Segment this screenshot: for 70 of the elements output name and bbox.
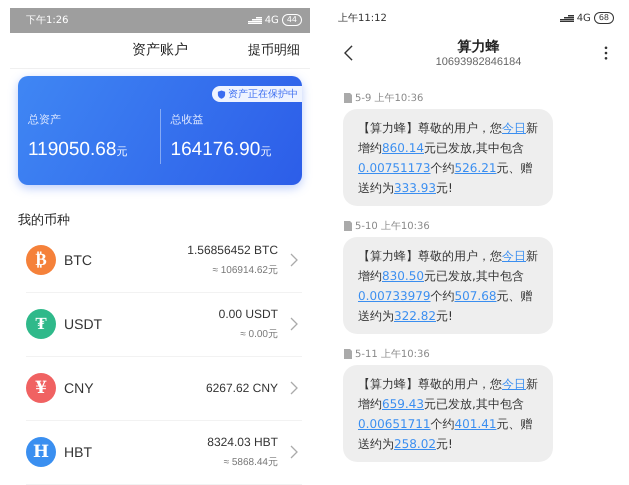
coin-amount: 8324.03 HBT bbox=[207, 435, 278, 450]
signal-icon bbox=[248, 16, 262, 24]
message-text: 【算力蜂】尊敬的用户，您今日新增约659.43元已发放,其中包含 0.00651711个约401.41元、赠送约为258.02元! bbox=[358, 376, 539, 453]
message-link[interactable]: 322.82 bbox=[394, 309, 436, 323]
sim-icon bbox=[344, 349, 352, 359]
message-time: 5-11 上午10:36 bbox=[355, 348, 430, 361]
status-time: 上午11:12 bbox=[338, 12, 387, 25]
coin-fiat-value: ≈ 0.00元 bbox=[240, 328, 278, 342]
coin-name: BTC bbox=[64, 252, 93, 268]
message-text: 【算力蜂】尊敬的用户，您今日新增约830.50元已发放,其中包含 0.00733979个约507.68元、赠送约为322.82元! bbox=[358, 248, 539, 325]
withdraw-history-link[interactable]: 提币明细 bbox=[248, 41, 300, 60]
page-title: 资产账户 bbox=[132, 41, 188, 60]
message-link[interactable]: 507.68 bbox=[454, 289, 497, 303]
chevron-icon bbox=[290, 317, 298, 332]
message-link[interactable]: 0.00651711 bbox=[358, 417, 431, 431]
more-icon bbox=[604, 46, 608, 60]
back-button[interactable] bbox=[344, 45, 353, 61]
stat-label: 总资产 bbox=[28, 112, 62, 127]
stat-label: 总收益 bbox=[170, 112, 204, 127]
message-link[interactable]: 659.43 bbox=[382, 397, 424, 411]
message-time: 5-9 上午10:36 bbox=[355, 92, 424, 105]
status-time: 下午1:26 bbox=[26, 14, 68, 28]
coin-icon: ₿ bbox=[26, 245, 56, 276]
phone-number: 10693982846184 bbox=[436, 56, 522, 68]
coin-amount: 0.00 USDT bbox=[218, 307, 278, 322]
back-icon bbox=[344, 45, 353, 61]
coin-amount: 1.56856452 BTC bbox=[187, 243, 278, 258]
message-link[interactable]: 333.93 bbox=[394, 181, 436, 195]
coin-name: HBT bbox=[64, 444, 93, 460]
message-link[interactable]: 258.02 bbox=[394, 437, 436, 451]
sim-icon bbox=[344, 93, 352, 103]
badge-text: 资产正在保护中 bbox=[228, 88, 298, 102]
coin-icon: ₮ bbox=[26, 309, 56, 340]
message-text: 【算力蜂】尊敬的用户，您今日新增约860.14元已发放,其中包含 0.00751173个约526.21元、赠送约为333.93元! bbox=[358, 120, 539, 197]
chevron-icon bbox=[290, 445, 298, 460]
message-link[interactable]: 401.41 bbox=[454, 417, 497, 431]
coin-icon: ¥ bbox=[26, 373, 56, 404]
section-title: 我的币种 bbox=[18, 212, 71, 229]
coin-row[interactable]: ₮ USDT 0.00 USDT ≈ 0.00元 bbox=[26, 292, 302, 357]
network-label: 4G bbox=[264, 14, 279, 26]
shield-icon bbox=[217, 90, 226, 99]
message-link[interactable]: 0.00751173 bbox=[358, 161, 431, 175]
message-link[interactable]: 860.14 bbox=[382, 141, 424, 155]
stat-value: 164176.90元 bbox=[170, 138, 272, 161]
message-link[interactable]: 830.50 bbox=[382, 269, 424, 283]
message-time: 5-10 上午10:36 bbox=[355, 220, 430, 233]
signal-icon bbox=[560, 14, 574, 22]
chevron-icon bbox=[290, 253, 298, 268]
coin-amount: 6267.62 CNY bbox=[206, 381, 278, 396]
coin-icon: H bbox=[26, 437, 56, 468]
network-label: 4G bbox=[576, 12, 591, 24]
stat-value: 119050.68元 bbox=[28, 138, 128, 161]
coin-row[interactable]: ₿ BTC 1.56856452 BTC ≈ 106914.62元 bbox=[26, 228, 302, 293]
message-link[interactable]: 526.21 bbox=[454, 161, 497, 175]
message-link[interactable]: 今日 bbox=[502, 121, 526, 135]
coin-row[interactable]: H HBT 8324.03 HBT ≈ 5868.44元 bbox=[26, 420, 302, 485]
coin-fiat-value: ≈ 5868.44元 bbox=[224, 456, 278, 470]
contact-name: 算力蜂 bbox=[458, 38, 500, 56]
coin-name: USDT bbox=[64, 316, 104, 332]
coin-name: CNY bbox=[64, 380, 95, 396]
message-link[interactable]: 今日 bbox=[502, 249, 526, 263]
battery-icon: 44 bbox=[282, 14, 302, 26]
message-link[interactable]: 0.00733979 bbox=[358, 289, 431, 303]
battery-icon: 68 bbox=[594, 12, 614, 24]
coin-row[interactable]: ¥ CNY 6267.62 CNY bbox=[26, 356, 302, 421]
message-link[interactable]: 今日 bbox=[502, 377, 526, 391]
more-button[interactable] bbox=[604, 46, 608, 60]
chevron-icon bbox=[290, 381, 298, 396]
coin-fiat-value: ≈ 106914.62元 bbox=[212, 264, 278, 278]
sim-icon bbox=[344, 221, 352, 231]
